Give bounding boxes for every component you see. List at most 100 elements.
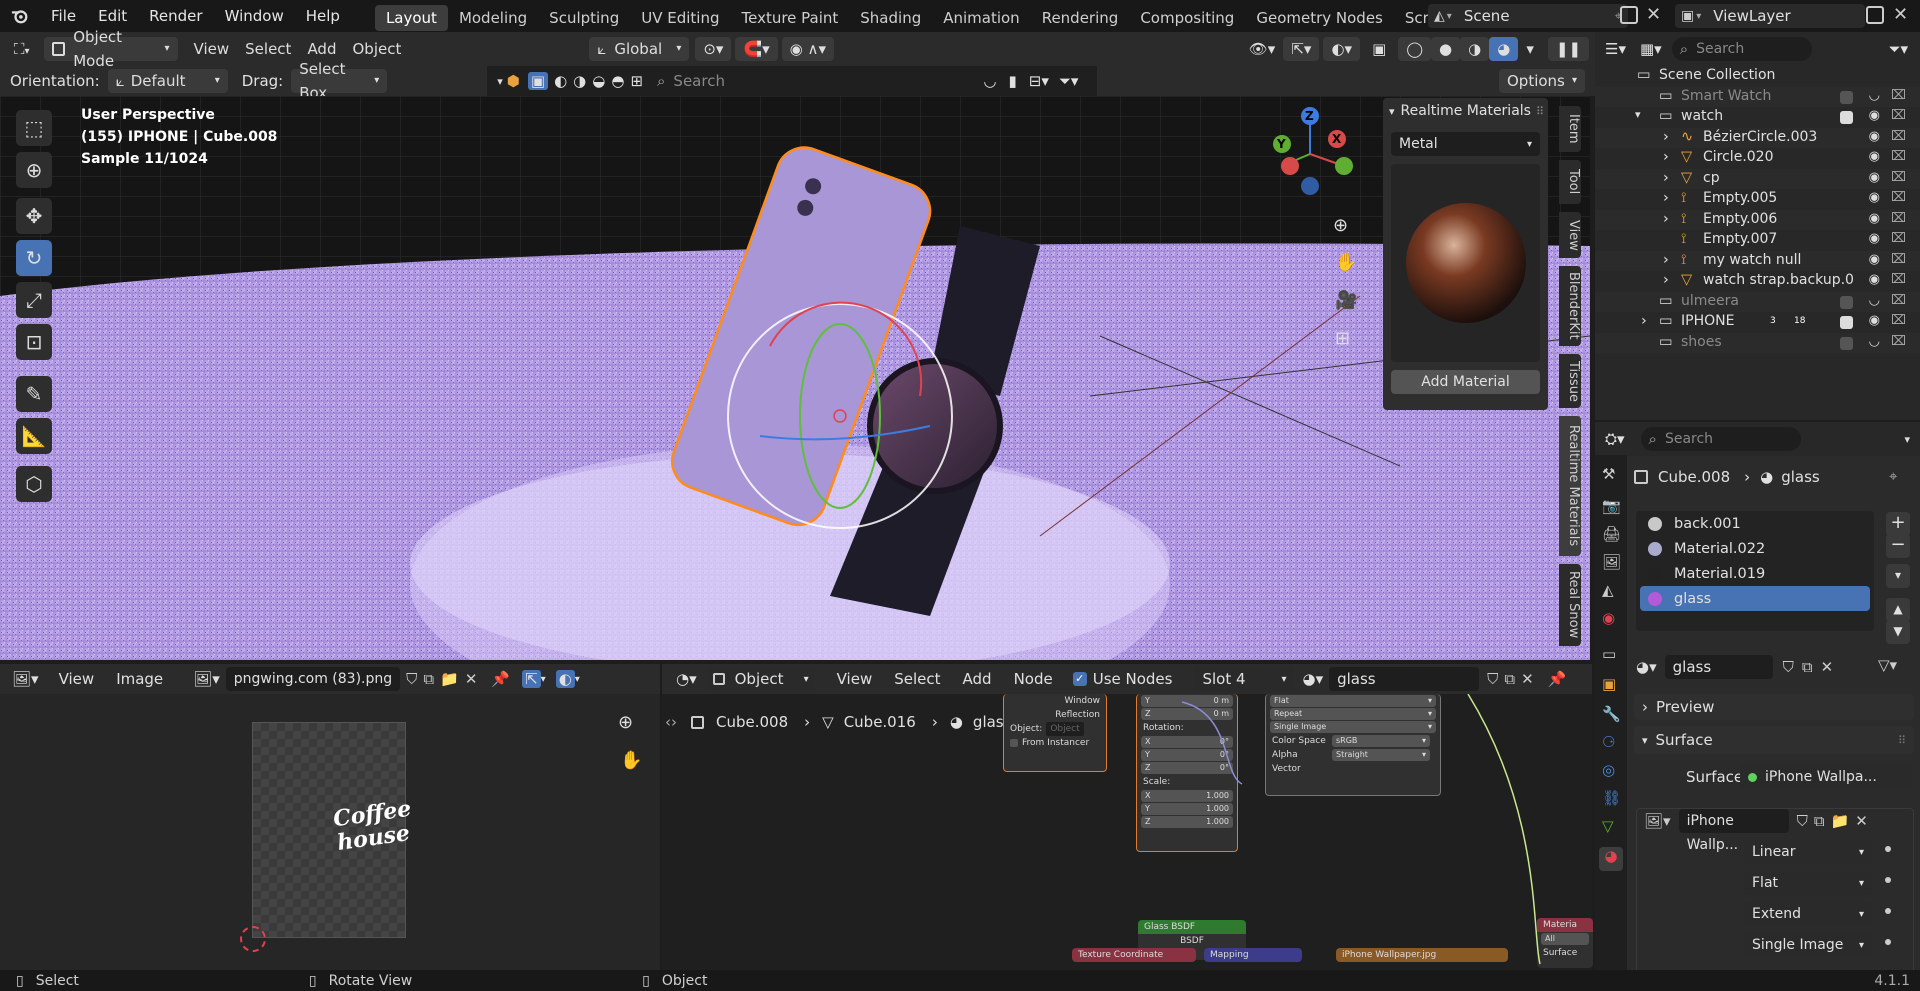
outliner-row[interactable]: ▭ ulmeera ◡ ⌧	[1595, 291, 1920, 312]
overlay-toggle-icon[interactable]: ◐▾	[1323, 37, 1361, 61]
object-tab-icon[interactable]: ▣	[1602, 675, 1616, 693]
outliner-row[interactable]: › ▽ watch strap.backup.0 ◉ ⌧	[1595, 271, 1920, 292]
visibility-eye-icon[interactable]: ◉	[1869, 313, 1880, 328]
move-slot-down-button[interactable]: ▼	[1886, 620, 1910, 644]
options-dropdown[interactable]: Options ▾	[1499, 69, 1585, 93]
visibility-eye-icon[interactable]: ◉	[1869, 231, 1880, 246]
use-nodes-toggle[interactable]: ✓ Use Nodes	[1072, 670, 1172, 688]
tab-blenderkit[interactable]: BlenderKit	[1559, 266, 1581, 346]
collection-tab-icon[interactable]: ▭	[1602, 645, 1616, 663]
sphere-detail-icon[interactable]: ◑	[573, 72, 586, 90]
exclude-checkbox[interactable]	[1840, 295, 1853, 309]
outliner-row[interactable]: ▭ Scene Collection	[1595, 66, 1920, 87]
physics-tab-icon[interactable]: ◎	[1602, 761, 1615, 779]
hdri-icon[interactable]: ◓	[611, 72, 624, 90]
shading-options-icon[interactable]: ▾	[1518, 37, 1542, 61]
pin-icon[interactable]: 📌	[1548, 670, 1567, 688]
tab-rendering[interactable]: Rendering	[1031, 5, 1130, 31]
tab-animation[interactable]: Animation	[932, 5, 1030, 31]
exclude-checkbox[interactable]	[1840, 336, 1853, 350]
visibility-eye-icon[interactable]: ◉	[1869, 272, 1880, 287]
chevron-right-icon[interactable]: ›	[1663, 190, 1669, 206]
world-tab-icon[interactable]: ◉	[1602, 609, 1615, 627]
node-editor-type-icon[interactable]: ◔▾	[676, 670, 697, 688]
pivot-point-button[interactable]: ⊙▾	[695, 37, 732, 61]
blender-logo-icon[interactable]	[0, 0, 40, 32]
ortho-grid-icon[interactable]: ⊞	[1335, 328, 1350, 349]
new-image-icon[interactable]: ⧉	[423, 670, 434, 688]
duplicate-material-icon[interactable]: ⧉	[1504, 670, 1515, 688]
chevron-down-icon[interactable]: ▾	[497, 75, 503, 88]
tab-realtime-materials[interactable]: Realtime Materials	[1559, 416, 1581, 556]
duplicate-image-icon[interactable]: ⧉	[1814, 812, 1825, 830]
remove-slot-button[interactable]: −	[1886, 534, 1910, 558]
annotate-tool[interactable]: ✎	[16, 376, 52, 412]
chevron-right-icon[interactable]: ›	[1663, 129, 1669, 145]
bookmark-icon[interactable]: ▮	[1009, 72, 1017, 90]
chevron-down-icon[interactable]: ▾	[1389, 105, 1395, 118]
menu-help[interactable]: Help	[295, 0, 351, 32]
render-camera-icon[interactable]: ⌧	[1891, 170, 1906, 185]
material-slot[interactable]: Material.019	[1640, 561, 1870, 586]
image-name-field[interactable]: pngwing.com (83).png	[225, 667, 401, 691]
interpolation-dropdown[interactable]: Linear ▾	[1744, 840, 1872, 864]
sphere-icon[interactable]: ◐	[554, 72, 567, 90]
outliner-row[interactable]: › ▽ cp ◉ ⌧	[1595, 168, 1920, 189]
visibility-icon[interactable]: 👁▾	[1241, 37, 1284, 61]
select-mode-icon[interactable]: ▣	[527, 72, 549, 90]
outliner-row[interactable]: › ▽ Circle.020 ◉ ⌧	[1595, 148, 1920, 169]
visibility-eye-icon[interactable]: ◉	[1869, 190, 1880, 205]
shader-type-dropdown[interactable]: Object ▾	[706, 667, 815, 691]
constraints-tab-icon[interactable]: ⛓	[1602, 789, 1621, 807]
tab-geometry-nodes[interactable]: Geometry Nodes	[1245, 5, 1394, 31]
slot-specials-button[interactable]: ▾	[1886, 564, 1910, 588]
output-tab-icon[interactable]: 🖨	[1602, 525, 1621, 543]
menu-image[interactable]: Image	[116, 670, 163, 688]
visibility-eye-icon[interactable]: ◉	[1869, 129, 1880, 144]
shading-material-icon[interactable]: ◑	[1460, 37, 1490, 61]
proportional-edit-toggle[interactable]: ◉ ∧▾	[781, 37, 835, 61]
snap-toggle[interactable]: 🧲▾	[735, 37, 778, 61]
2d-cursor-icon[interactable]	[240, 926, 266, 952]
pan-hand-icon[interactable]: ✋	[1335, 252, 1357, 273]
data-tab-icon[interactable]: ▽	[1602, 817, 1614, 835]
fake-user-icon[interactable]: ⛉	[406, 670, 417, 688]
material-preview[interactable]	[1391, 164, 1540, 362]
chevron-right-icon[interactable]: ›	[1663, 149, 1669, 165]
move-tool[interactable]: ✥	[16, 198, 52, 234]
surface-shader-field[interactable]: iPhone Wallpa...	[1740, 765, 1912, 789]
modifier-tab-icon[interactable]: 🔧	[1602, 705, 1621, 723]
visibility-eye-icon[interactable]: ◉	[1869, 170, 1880, 185]
properties-search-input[interactable]: ⌕ Search	[1640, 427, 1801, 451]
orientation-dropdown[interactable]: ⟀ Default ▾	[107, 69, 228, 93]
new-viewlayer-icon[interactable]	[1866, 6, 1884, 24]
outliner-row[interactable]: › ∿ BézierCircle.003 ◉ ⌧	[1595, 127, 1920, 148]
open-image-icon[interactable]: 📁	[1831, 812, 1850, 830]
render-camera-icon[interactable]: ⌧	[1891, 231, 1906, 246]
tab-texture-paint[interactable]: Texture Paint	[730, 5, 849, 31]
visibility-eye-icon[interactable]: ◉	[1869, 108, 1880, 123]
tab-tissue[interactable]: Tissue	[1559, 354, 1581, 408]
visibility-eye-icon[interactable]: ◉	[1869, 252, 1880, 267]
pin-icon[interactable]: ⌖	[1889, 467, 1897, 485]
render-camera-icon[interactable]: ⌧	[1891, 252, 1906, 267]
render-camera-icon[interactable]: ⌧	[1891, 334, 1906, 349]
new-scene-icon[interactable]	[1620, 6, 1638, 24]
outliner-row[interactable]: › ⟟ my watch null ◉ ⌧	[1595, 250, 1920, 271]
zoom-icon[interactable]: ⊕	[618, 712, 633, 733]
slot-dropdown[interactable]: Slot 4 ▾	[1194, 667, 1295, 691]
unlink-image-icon[interactable]: ✕	[1855, 812, 1868, 830]
render-camera-icon[interactable]: ⌧	[1891, 293, 1906, 308]
scene-selector[interactable]: ◭ ▾ Scene ⌖	[1428, 4, 1628, 28]
view-layer-tab-icon[interactable]: 🖼	[1602, 553, 1621, 571]
outliner-row[interactable]: ▾ ▭ watch ◉ ⌧	[1595, 107, 1920, 128]
fake-user-icon[interactable]: ⛉	[1783, 658, 1794, 676]
outliner-row[interactable]: ▭ Smart Watch ◡ ⌧	[1595, 86, 1920, 107]
display-mode-icon[interactable]: ▦▾	[1640, 40, 1662, 58]
shading-wireframe-icon[interactable]: ◯	[1398, 37, 1432, 61]
menu-window[interactable]: Window	[214, 0, 295, 32]
outliner-row[interactable]: › ⟟ Empty.006 ◉ ⌧	[1595, 209, 1920, 230]
particles-tab-icon[interactable]: ⚆	[1602, 733, 1615, 751]
outliner-row[interactable]: › ⟟ Empty.005 ◉ ⌧	[1595, 189, 1920, 210]
menu-view[interactable]: View	[186, 37, 238, 61]
